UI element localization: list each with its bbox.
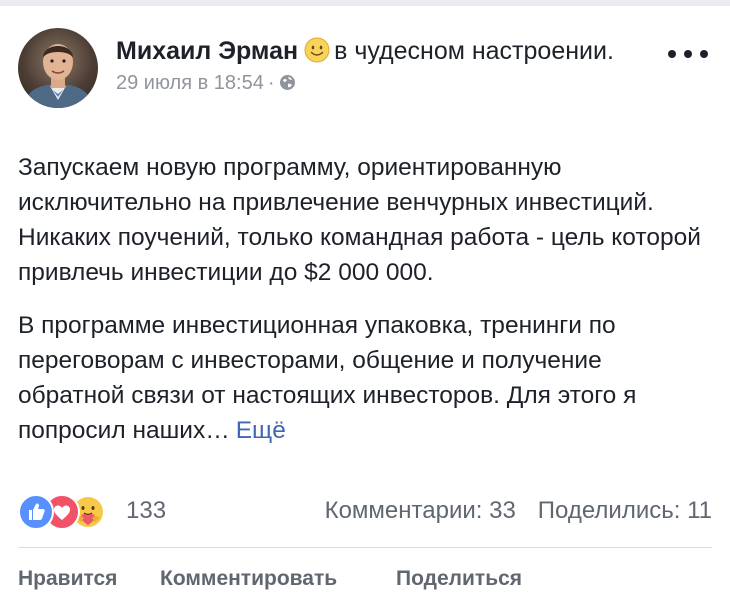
post-body: Запускаем новую программу, ориентированн… <box>18 150 712 448</box>
post-timestamp[interactable]: 29 июля в 18:54 <box>116 72 264 94</box>
post-paragraph-text: В программе инвестиционная упаковка, тре… <box>18 312 637 444</box>
post-meta: 29 июля в 18:54 · <box>116 70 636 96</box>
reactions-bar: 133 Комментарии: 33 Поделились: 11 <box>18 494 712 530</box>
comments-count[interactable]: Комментарии: 33 <box>325 497 516 524</box>
see-more-link[interactable]: Ещё <box>236 417 286 444</box>
feed-post: Михаил Эрман в чудесном настроении. 29 ию… <box>0 6 730 611</box>
meta-separator: · <box>267 72 275 94</box>
share-button[interactable]: Поделиться <box>396 567 522 591</box>
author-name[interactable]: Михаил Эрман <box>116 37 298 65</box>
like-reaction-icon <box>18 494 54 530</box>
author-line: Михаил Эрман в чудесном настроении. <box>116 34 636 68</box>
shares-count[interactable]: Поделились: 11 <box>538 497 712 524</box>
globe-icon[interactable] <box>279 72 296 90</box>
feeling-text: в чудесном настроении. <box>334 37 614 65</box>
post-stats: Комментарии: 33 Поделились: 11 <box>325 497 712 525</box>
post-paragraph: В программе инвестиционная упаковка, тре… <box>18 308 712 448</box>
more-options-icon[interactable] <box>668 44 708 64</box>
divider <box>18 547 712 548</box>
post-header: Михаил Эрман в чудесном настроении. 29 ию… <box>116 34 636 96</box>
dot <box>700 50 708 58</box>
post-paragraph: Запускаем новую программу, ориентированн… <box>18 154 701 286</box>
smiling-face-emoji-icon <box>304 37 330 63</box>
post-actions: Нравится Комментировать Поделиться <box>18 567 712 597</box>
author-avatar[interactable] <box>18 28 98 108</box>
dot <box>668 50 676 58</box>
like-button[interactable]: Нравится <box>18 567 117 591</box>
comment-button[interactable]: Комментировать <box>160 567 337 591</box>
dot <box>684 50 692 58</box>
reaction-count[interactable]: 133 <box>126 497 166 525</box>
